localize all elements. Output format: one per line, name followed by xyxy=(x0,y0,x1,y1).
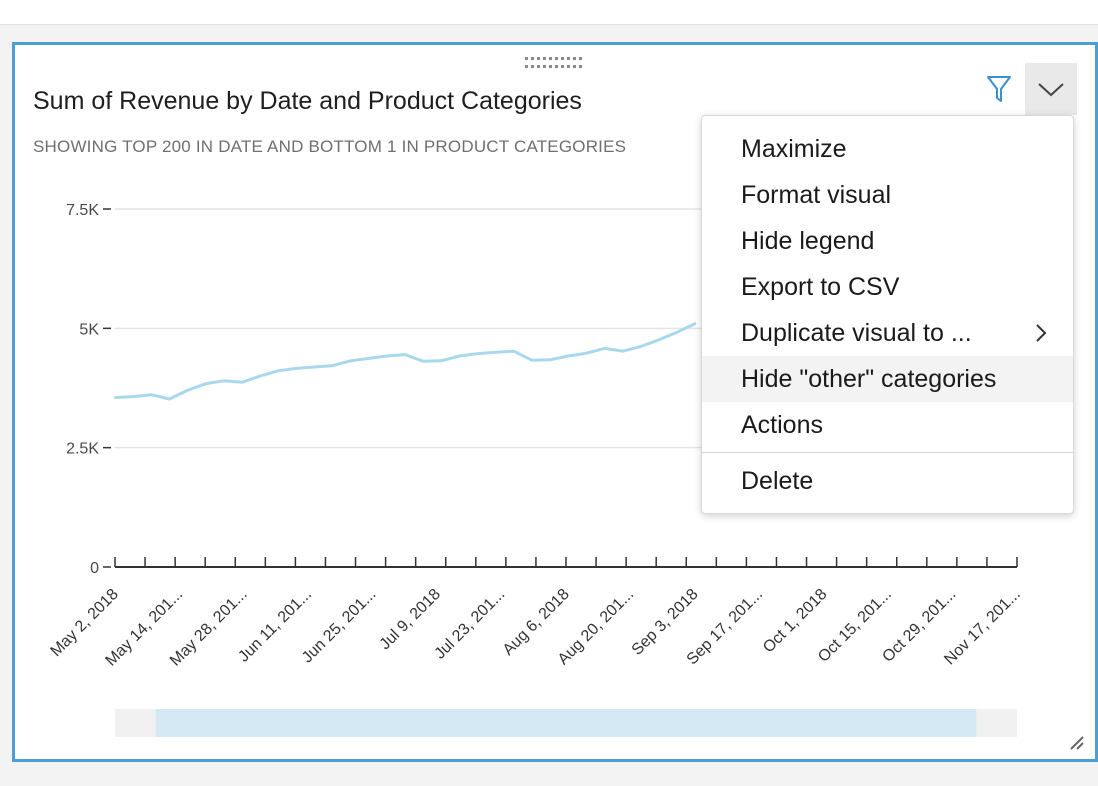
data-point xyxy=(422,360,425,363)
y-tick-label: 5K xyxy=(79,321,99,338)
menu-item-delete[interactable]: Delete xyxy=(702,458,1073,504)
menu-divider xyxy=(702,452,1073,453)
data-point xyxy=(331,364,334,367)
top-band xyxy=(0,0,1098,25)
resize-grip-icon[interactable] xyxy=(1067,733,1085,751)
data-point xyxy=(258,374,262,378)
data-point xyxy=(168,397,171,401)
menu-item-hide-legend[interactable]: Hide legend xyxy=(702,218,1073,264)
menu-item-export-to-csv[interactable]: Export to CSV xyxy=(702,264,1073,310)
data-point xyxy=(530,359,534,362)
data-point xyxy=(349,359,352,362)
visual-context-menu[interactable]: Maximize Format visual Hide legend Export t… xyxy=(701,115,1074,514)
data-point xyxy=(222,379,225,383)
data-point xyxy=(548,358,552,362)
data-point xyxy=(385,354,389,358)
menu-item-format-visual[interactable]: Format visual xyxy=(702,172,1073,218)
data-point xyxy=(693,322,697,325)
series-line xyxy=(114,322,696,401)
menu-item-label: Delete xyxy=(741,467,814,495)
data-point xyxy=(240,381,244,384)
menu-item-actions[interactable]: Actions xyxy=(702,402,1073,448)
menu-item-label: Maximize xyxy=(741,135,847,163)
data-point xyxy=(276,369,280,373)
scrollbar-thumb[interactable] xyxy=(155,709,977,737)
data-point xyxy=(440,359,443,362)
y-tick-label: 0 xyxy=(90,560,99,577)
data-point xyxy=(476,352,479,355)
y-tick-label: 7.5K xyxy=(66,202,99,219)
x-tick-label: Oct 1, 2018 xyxy=(760,586,831,657)
data-point xyxy=(313,365,316,369)
data-point xyxy=(131,395,135,398)
menu-item-duplicate-visual-to[interactable]: Duplicate visual to ... xyxy=(702,310,1073,356)
y-tick-label: 2.5K xyxy=(66,441,99,458)
menu-item-label: Duplicate visual to ... xyxy=(741,319,972,347)
data-point xyxy=(512,350,516,353)
menu-item-label: Format visual xyxy=(741,181,892,209)
menu-item-hide-other-categories[interactable]: Hide "other" categories xyxy=(702,356,1073,402)
data-point xyxy=(295,367,298,370)
data-point xyxy=(603,347,606,350)
chevron-right-icon xyxy=(1036,324,1047,342)
menu-item-label: Export to CSV xyxy=(741,273,900,301)
menu-item-label: Hide "other" categories xyxy=(741,365,997,393)
data-point xyxy=(585,351,588,355)
data-point xyxy=(113,396,117,399)
data-point xyxy=(494,351,497,354)
data-point xyxy=(621,350,624,353)
data-point xyxy=(150,393,153,396)
x-tick-label: Jul 9, 2018 xyxy=(377,586,444,653)
data-point xyxy=(186,389,189,392)
data-point xyxy=(204,382,207,385)
data-point xyxy=(403,353,407,356)
menu-item-maximize[interactable]: Maximize xyxy=(702,126,1073,172)
data-point xyxy=(639,345,642,348)
menu-item-label: Hide legend xyxy=(741,227,875,255)
data-point xyxy=(458,354,461,358)
data-point xyxy=(675,330,679,334)
data-point xyxy=(657,338,661,341)
data-point xyxy=(567,354,570,358)
menu-item-label: Actions xyxy=(741,411,823,439)
data-point xyxy=(367,357,371,360)
